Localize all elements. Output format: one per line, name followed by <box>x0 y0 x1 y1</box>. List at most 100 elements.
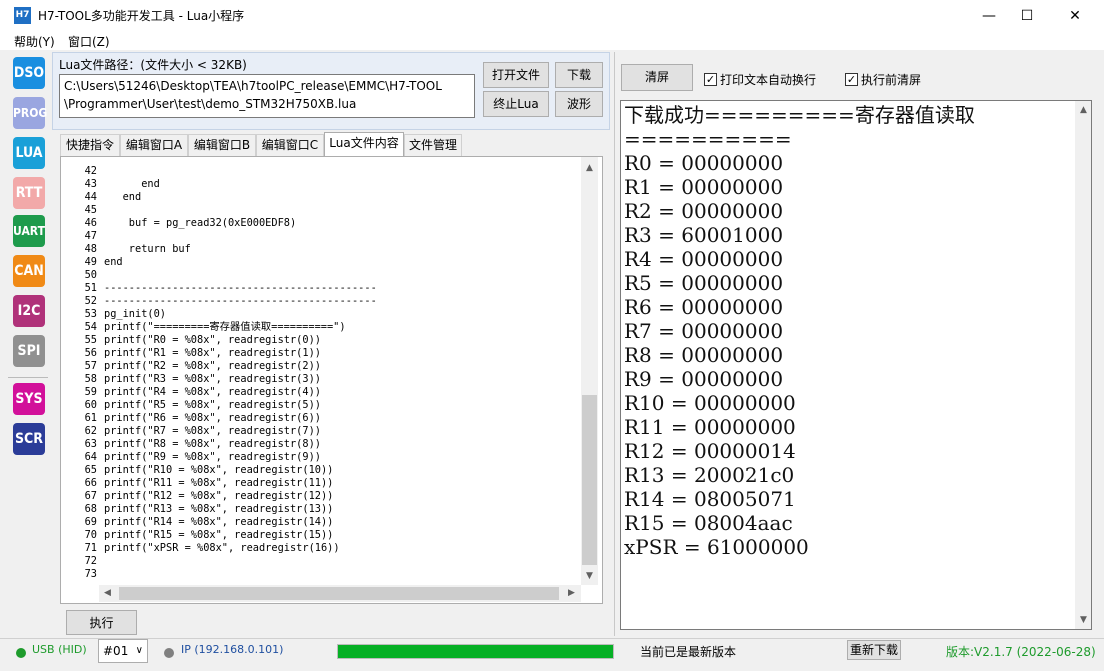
version-label: 版本:V2.1.7 (2022-06-28) <box>946 645 1096 659</box>
output-line: R14 = 08005071 <box>624 487 796 511</box>
clear-before-run-label: 执行前清屏 <box>861 73 922 87</box>
tab-file-manager[interactable]: 文件管理 <box>404 134 462 156</box>
code-line: printf("R3 = %08x", readregistr(3)) <box>104 373 321 385</box>
output-line: R11 = 00000000 <box>624 415 796 439</box>
tool-lua-button[interactable]: LUA <box>13 137 45 169</box>
waveform-button[interactable]: 波形 <box>555 91 603 117</box>
clear-screen-button[interactable]: 清屏 <box>621 64 693 91</box>
code-line: printf("R10 = %08x", readregistr(10)) <box>104 464 334 476</box>
line-number: 72 <box>84 555 97 567</box>
line-number: 60 <box>84 399 97 411</box>
tool-i2c-button[interactable]: I2C <box>13 295 45 327</box>
line-number: 46 <box>84 217 97 229</box>
scroll-right-icon[interactable]: ▶ <box>568 588 575 598</box>
code-editor[interactable]: 42 43 44 45 46 47 48 49 50 51 52 53 54 55 56 57 58 59 60 61… <box>60 156 603 604</box>
line-number: 66 <box>84 477 97 489</box>
code-text[interactable]: end end buf = pg_read32(0xE000EDF8) retu… <box>104 165 574 581</box>
path-line-1: C:\Users\51246\Desktop\TEA\h7toolPC_rele… <box>64 79 442 93</box>
auto-wrap-checkbox[interactable]: ✓ 打印文本自动换行 <box>704 71 816 88</box>
line-number: 57 <box>84 360 97 372</box>
tab-edit-a[interactable]: 编辑窗口A <box>120 134 188 156</box>
scroll-down-icon[interactable]: ▼ <box>1080 615 1087 625</box>
progress-fill <box>338 645 613 658</box>
code-line: printf("R0 = %08x", readregistr(0)) <box>104 334 321 346</box>
tool-divider <box>8 377 48 378</box>
clear-before-run-checkbox[interactable]: ✓ 执行前清屏 <box>845 71 921 88</box>
redownload-button[interactable]: 重新下载 <box>847 640 901 660</box>
line-number: 44 <box>84 191 97 203</box>
maximize-icon[interactable]: ☐ <box>1004 0 1050 31</box>
code-line: printf("R1 = %08x", readregistr(1)) <box>104 347 321 359</box>
tab-shortcuts[interactable]: 快捷指令 <box>60 134 120 156</box>
lua-file-panel: Lua文件路径：(文件大小 < 32KB) C:\Users\51246\Des… <box>52 52 610 130</box>
path-field[interactable]: C:\Users\51246\Desktop\TEA\h7toolPC_rele… <box>59 74 475 118</box>
line-number: 68 <box>84 503 97 515</box>
line-number: 58 <box>84 373 97 385</box>
tool-dso-button[interactable]: DSO <box>13 57 45 89</box>
tool-uart-button[interactable]: UART <box>13 215 45 247</box>
run-button[interactable]: 执行 <box>66 610 137 635</box>
editor-horizontal-thumb[interactable] <box>119 587 559 600</box>
output-line: 下载成功=========寄存器值读取 <box>624 103 975 127</box>
code-line: printf("R9 = %08x", readregistr(9)) <box>104 451 321 463</box>
app-logo-icon: H7 <box>14 7 31 24</box>
device-select[interactable]: #01 ∨ <box>98 639 148 663</box>
close-icon[interactable]: ✕ <box>1052 0 1098 31</box>
update-status: 当前已是最新版本 <box>640 645 737 659</box>
output-line: R10 = 00000000 <box>624 391 796 415</box>
line-number: 53 <box>84 308 97 320</box>
line-number: 70 <box>84 529 97 541</box>
tab-edit-c[interactable]: 编辑窗口C <box>256 134 324 156</box>
scroll-left-icon[interactable]: ◀ <box>104 588 111 598</box>
code-line: end <box>104 191 142 203</box>
code-line: printf("R2 = %08x", readregistr(2)) <box>104 360 321 372</box>
output-console[interactable]: 下载成功=========寄存器值读取 ========== R0 = 000000… <box>620 100 1092 630</box>
menu-window[interactable]: 窗口(Z) <box>68 33 110 50</box>
output-vertical-scrollbar[interactable] <box>1075 101 1091 629</box>
output-line: R15 = 08004aac <box>624 511 793 535</box>
line-number: 73 <box>84 568 97 580</box>
tool-can-button[interactable]: CAN <box>13 255 45 287</box>
download-button[interactable]: 下载 <box>555 62 603 88</box>
tool-rtt-button[interactable]: RTT <box>13 177 45 209</box>
tab-edit-b[interactable]: 编辑窗口B <box>188 134 256 156</box>
output-line: R13 = 200021c0 <box>624 463 795 487</box>
menu-bar: 帮助(Y) 窗口(Z) <box>0 31 1104 50</box>
line-number: 67 <box>84 490 97 502</box>
output-line: R7 = 00000000 <box>624 319 784 343</box>
tool-prog-button[interactable]: PROG <box>13 97 47 129</box>
editor-vertical-thumb[interactable] <box>582 395 597 565</box>
line-number: 55 <box>84 334 97 346</box>
output-line: R8 = 00000000 <box>624 343 784 367</box>
line-number: 45 <box>84 204 97 216</box>
open-file-button[interactable]: 打开文件 <box>483 62 549 88</box>
line-number: 61 <box>84 412 97 424</box>
code-line: printf("R11 = %08x", readregistr(11)) <box>104 477 334 489</box>
stop-lua-button[interactable]: 终止Lua <box>483 91 549 117</box>
line-number: 54 <box>84 321 97 333</box>
tool-spi-button[interactable]: SPI <box>13 335 45 367</box>
scroll-up-icon[interactable]: ▲ <box>1080 105 1087 115</box>
menu-help[interactable]: 帮助(Y) <box>14 33 55 50</box>
tool-scr-button[interactable]: SCR <box>13 423 45 455</box>
scroll-down-icon[interactable]: ▼ <box>586 571 593 581</box>
output-line: ========== <box>624 127 792 151</box>
checkmark-icon: ✓ <box>845 73 858 86</box>
scroll-up-icon[interactable]: ▲ <box>586 163 593 173</box>
path-label: Lua文件路径：(文件大小 < 32KB) <box>59 58 247 72</box>
code-line: ----------------------------------------… <box>104 295 377 307</box>
code-line: printf("R12 = %08x", readregistr(12)) <box>104 490 334 502</box>
code-line: ----------------------------------------… <box>104 282 377 294</box>
code-line: end <box>104 256 123 268</box>
tool-sys-button[interactable]: SYS <box>13 383 45 415</box>
output-line: R5 = 00000000 <box>624 271 784 295</box>
tab-lua-content[interactable]: Lua文件内容 <box>324 132 404 157</box>
code-line: printf("R7 = %08x", readregistr(7)) <box>104 425 321 437</box>
code-line: printf("R4 = %08x", readregistr(4)) <box>104 386 321 398</box>
device-select-value: #01 <box>103 644 129 658</box>
line-number: 56 <box>84 347 97 359</box>
status-bar: USB (HID) #01 ∨ IP (192.168.0.101) 当前已是最… <box>0 638 1104 671</box>
